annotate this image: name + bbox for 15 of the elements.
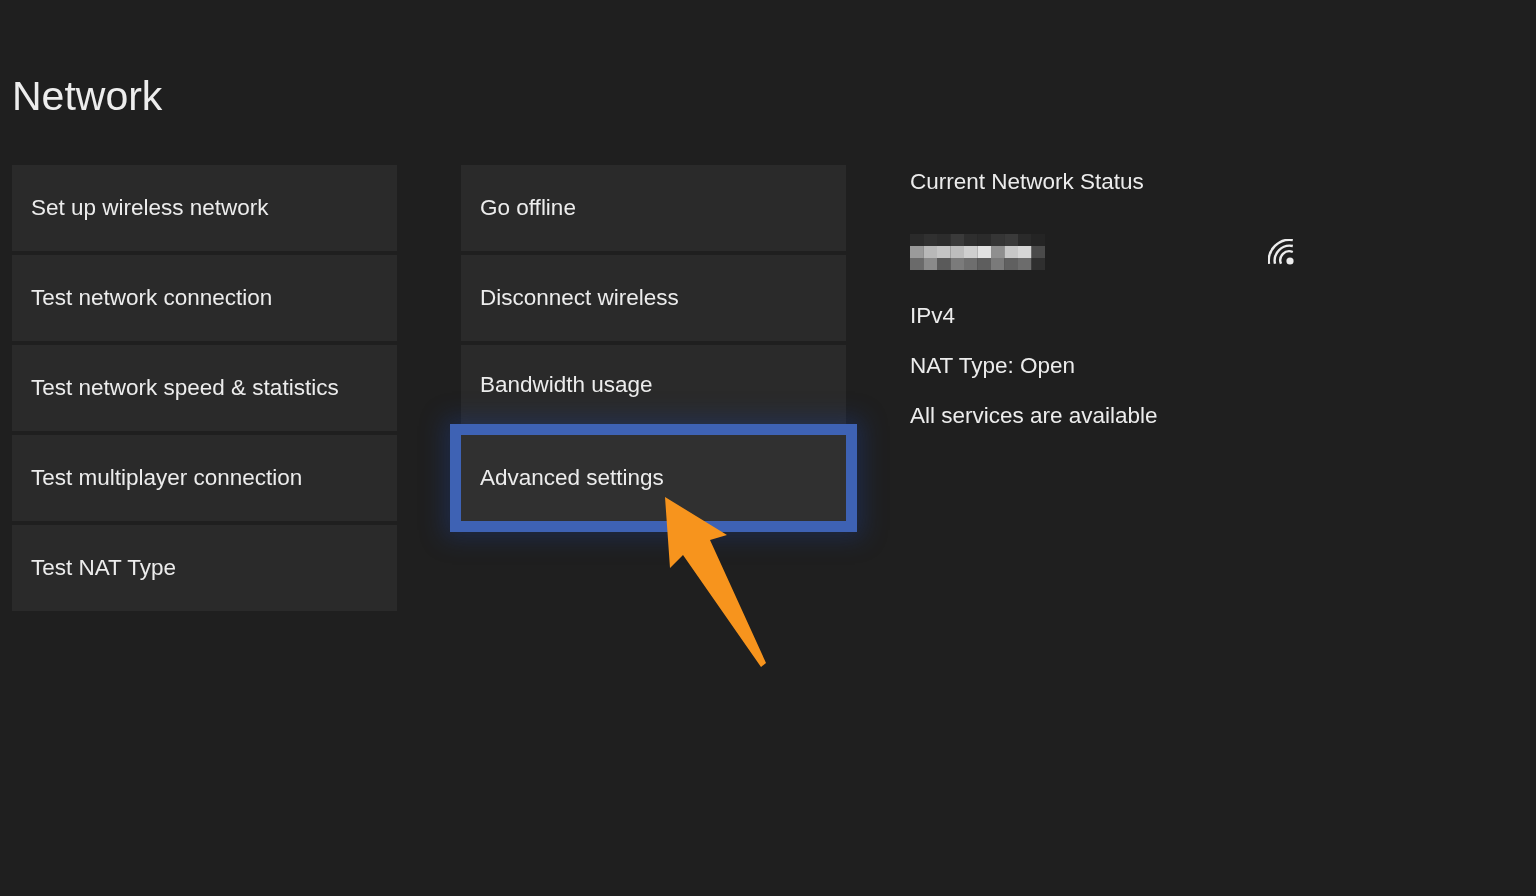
menu-tile[interactable]: Bandwidth usage: [461, 345, 846, 424]
menu-tile[interactable]: Disconnect wireless: [461, 255, 846, 341]
page-title: Network: [12, 72, 163, 120]
status-heading: Current Network Status: [910, 169, 1144, 195]
menu-tile[interactable]: Test network connection: [12, 255, 397, 341]
status-text: All services are available: [910, 403, 1158, 429]
status-text: IPv4: [910, 303, 956, 329]
menu-tile[interactable]: Test NAT Type: [12, 525, 397, 611]
menu-tile[interactable]: Test network speed & statistics: [12, 345, 397, 431]
menu-tile[interactable]: Test multiplayer connection: [12, 435, 397, 521]
menu-tile[interactable]: Go offline: [461, 165, 846, 251]
wifi-icon: [1268, 239, 1294, 265]
menu-tile[interactable]: Advanced settings: [450, 424, 857, 532]
menu-tile[interactable]: Set up wireless network: [12, 165, 397, 251]
status-text: NAT Type: Open: [910, 353, 1076, 379]
